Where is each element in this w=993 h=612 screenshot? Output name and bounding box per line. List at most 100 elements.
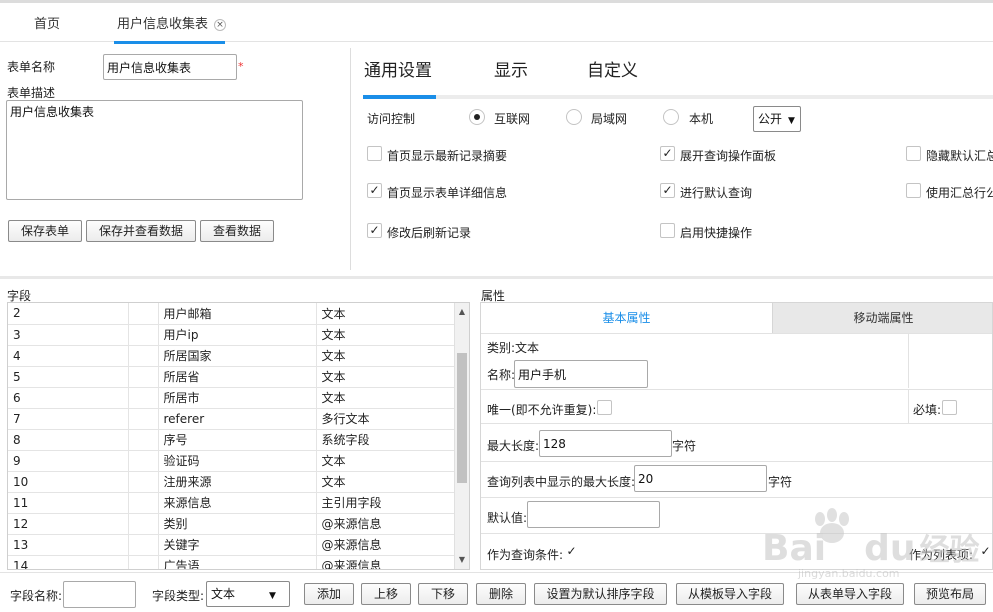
table-row[interactable]: 7 referer 多行文本 [8,408,457,430]
radio-internet[interactable] [469,109,485,125]
checkbox-hide-default-summary[interactable] [906,146,921,161]
import-from-form-button[interactable]: 从表单导入字段 [796,583,904,605]
checkbox-latest-summary-label: 首页显示最新记录摘要 [387,149,508,163]
table-cell: referer [158,408,317,430]
table-cell: 所居省 [158,366,317,388]
preview-layout-button[interactable]: 预览布局 [914,583,986,605]
table-cell [128,387,159,409]
save-and-view-button[interactable]: 保存并查看数据 [86,220,196,242]
set-default-sort-button[interactable]: 设置为默认排序字段 [534,583,667,605]
checkbox-quick-actions[interactable] [660,223,675,238]
table-cell: 文本 [316,450,457,472]
table-cell: 6 [8,387,129,409]
table-cell [128,366,159,388]
tab-display[interactable]: 显示 [494,56,528,81]
table-cell: 8 [8,429,129,451]
import-from-template-button[interactable]: 从模板导入字段 [676,583,784,605]
props-default-input[interactable] [527,501,660,528]
visibility-value: 公开 [758,112,783,126]
delete-field-button[interactable]: 删除 [476,583,526,605]
table-row[interactable]: 10 注册来源 文本 [8,471,457,493]
table-cell: 来源信息 [158,492,317,514]
tab-basic-props[interactable]: 基本属性 [481,303,772,333]
props-name-input[interactable] [514,360,648,388]
checkbox-default-query-label: 进行默认查询 [680,186,753,200]
fields-scrollbar[interactable]: ▲ ▼ [454,303,469,569]
table-cell: 类别 [158,513,317,535]
table-cell: 13 [8,534,129,556]
form-desc-textarea[interactable]: 用户信息收集表 [6,100,303,200]
tab-general-settings[interactable]: 通用设置 [364,56,432,81]
table-cell: @来源信息 [316,534,457,556]
radio-lan[interactable] [566,109,582,125]
table-row[interactable]: 2 用户邮箱 文本 [8,303,457,325]
props-maxlen-input[interactable] [539,430,672,457]
table-cell: 关键字 [158,534,317,556]
checkbox-default-query[interactable]: ✓ [660,183,675,198]
table-cell [128,450,159,472]
props-list-maxlen-unit: 字符 [768,475,793,489]
radio-local[interactable] [663,109,679,125]
form-meta-panel: 表单名称 * 表单描述 用户信息收集表 保存表单 保存并查看数据 查看数据 [0,45,350,270]
view-data-button[interactable]: 查看数据 [200,220,274,242]
table-cell: 验证码 [158,450,317,472]
checkbox-latest-summary[interactable] [367,146,382,161]
move-up-button[interactable]: 上移 [361,583,411,605]
table-row[interactable]: 9 验证码 文本 [8,450,457,472]
props-list-maxlen-label: 查询列表中显示的最大长度: [487,475,636,489]
scroll-up-icon[interactable]: ▲ [455,305,469,319]
props-unique-checkbox[interactable] [597,400,612,415]
tab-mobile-props[interactable]: 移动端属性 [772,303,992,333]
tab-custom[interactable]: 自定义 [587,56,638,81]
checkbox-expand-query[interactable]: ✓ [660,146,675,161]
add-field-button[interactable]: 添加 [304,583,354,605]
table-row[interactable]: 3 用户ip 文本 [8,324,457,346]
table-cell: 4 [8,345,129,367]
table-cell: 文本 [316,345,457,367]
scroll-down-icon[interactable]: ▼ [455,553,469,567]
scroll-thumb[interactable] [457,353,467,483]
form-name-input[interactable] [103,54,237,80]
table-row[interactable]: 4 所居国家 文本 [8,345,457,367]
table-row[interactable]: 6 所居市 文本 [8,387,457,409]
table-row[interactable]: 12 类别 @来源信息 [8,513,457,535]
save-form-button[interactable]: 保存表单 [8,220,82,242]
tab-form[interactable]: 用户信息收集表 × [117,13,227,32]
move-down-button[interactable]: 下移 [418,583,468,605]
visibility-select[interactable]: 公开 ▼ [753,106,801,132]
table-row[interactable]: 8 序号 系统字段 [8,429,457,451]
field-type-label: 字段类型: [152,589,205,603]
props-row-unique: 唯一(即不允许重复): 必填: [481,389,992,423]
table-cell: 系统字段 [316,429,457,451]
table-row[interactable]: 11 来源信息 主引用字段 [8,492,457,514]
table-cell [128,534,159,556]
horizontal-divider [0,276,993,279]
props-default-label: 默认值: [487,511,528,525]
props-required-checkbox[interactable] [942,400,957,415]
tab-home[interactable]: 首页 [34,13,60,32]
table-cell: 所居市 [158,387,317,409]
form-desc-label: 表单描述 [7,86,56,100]
table-cell [128,345,159,367]
checkbox-detail-info[interactable]: ✓ [367,183,382,198]
props-list-maxlen-input[interactable] [634,465,767,492]
checkbox-refresh-after-edit[interactable]: ✓ [367,223,382,238]
field-name-input[interactable] [63,581,136,608]
checkbox-summary-row[interactable] [906,183,921,198]
table-row[interactable]: 14 广告语 @来源信息 [8,555,457,569]
close-icon[interactable]: × [214,19,227,31]
table-cell: 用户ip [158,324,317,346]
table-cell: 10 [8,471,129,493]
checkbox-quick-actions-label: 启用快捷操作 [680,226,753,240]
table-cell [128,324,159,346]
table-row[interactable]: 5 所居省 文本 [8,366,457,388]
table-row[interactable]: 13 关键字 @来源信息 [8,534,457,556]
field-type-select[interactable]: 文本 ▼ [206,581,290,607]
top-tab-bar: 首页 用户信息收集表 × [0,0,993,44]
table-cell: 文本 [316,303,457,325]
fields-table-container: 2 用户邮箱 文本 3 用户ip 文本 4 所居国家 文本 5 所居省 文本 6 所居市 文本 7 refere… [7,302,470,570]
settings-tab-rule [436,95,993,99]
props-query-cond-checkbox[interactable]: ✓ [564,545,579,560]
caret-down-icon: ▼ [269,591,276,601]
radio-lan-label: 局域网 [591,112,628,126]
